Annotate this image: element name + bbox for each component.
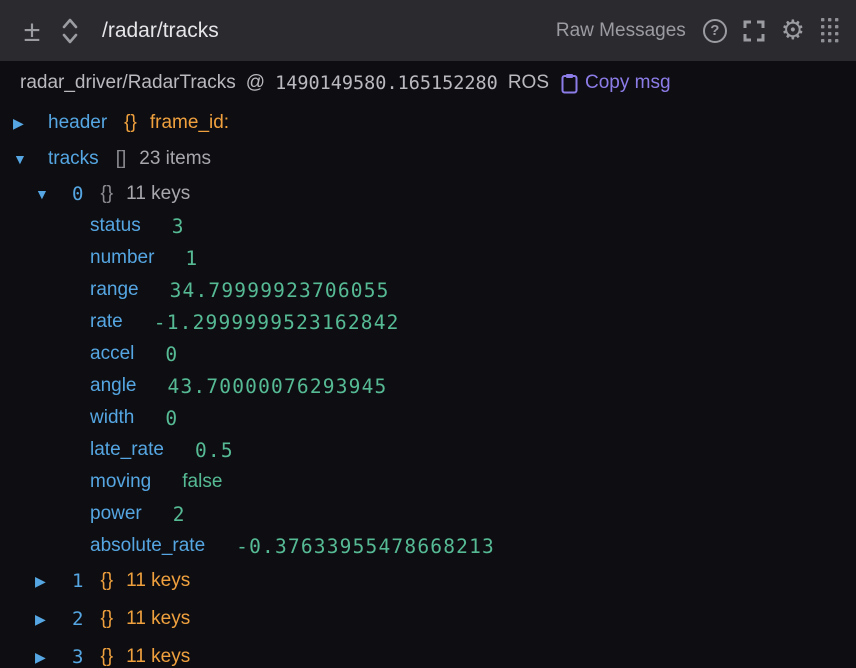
field-key: absolute_rate <box>90 535 205 557</box>
field-value: false <box>182 471 222 493</box>
field-key: rate <box>90 311 123 333</box>
node-label[interactable]: tracks <box>48 148 99 170</box>
field-key: status <box>90 215 141 237</box>
message-meta-row: radar_driver/RadarTracks @ 1490149580.16… <box>0 61 856 105</box>
help-icon[interactable]: ? <box>703 19 727 43</box>
field-value: -1.2999999523162842 <box>154 311 400 334</box>
fullscreen-icon[interactable] <box>742 19 766 43</box>
array-brackets: [] <box>116 148 127 170</box>
object-braces: {} <box>124 112 137 134</box>
field-row-rate: rate -1.2999999523162842 <box>0 306 856 338</box>
field-value: 0 <box>165 343 178 366</box>
field-row-range: range 34.79999923706055 <box>0 274 856 306</box>
object-braces: {} <box>100 183 113 205</box>
tree-node-track-1: ▶ 1 {} 11 keys <box>0 562 856 600</box>
settings-gear-icon[interactable]: ⚙ <box>781 17 805 44</box>
field-key: width <box>90 407 134 429</box>
field-key: moving <box>90 471 151 493</box>
field-row-absolute-rate: absolute_rate -0.37633955478668213 <box>0 530 856 562</box>
node-label[interactable]: 3 <box>72 646 83 668</box>
field-key: number <box>90 247 154 269</box>
sort-chevrons-icon[interactable] <box>54 11 86 51</box>
field-value: 0.5 <box>195 439 234 462</box>
object-braces: {} <box>100 646 113 668</box>
item-count: 23 items <box>139 148 211 170</box>
expand-arrow-icon[interactable]: ▶ <box>35 611 72 628</box>
key-count: 11 keys <box>126 183 190 205</box>
field-row-status: status 3 <box>0 210 856 242</box>
field-value: 0 <box>165 407 178 430</box>
field-value: 2 <box>173 503 186 526</box>
raw-message-tree: ▶ header {} frame_id: ▼ tracks [] 23 ite… <box>0 105 856 668</box>
field-key: late_rate <box>90 439 164 461</box>
field-key: power <box>90 503 142 525</box>
key-count: 11 keys <box>126 608 190 630</box>
field-value: 43.70000076293945 <box>168 375 388 398</box>
field-row-width: width 0 <box>0 402 856 434</box>
tree-node-track-0: ▼ 0 {} 11 keys <box>0 177 856 210</box>
collapse-arrow-icon[interactable]: ▼ <box>35 186 72 202</box>
drag-handle-grid-icon[interactable] <box>820 17 840 45</box>
node-label[interactable]: 0 <box>72 183 83 205</box>
expand-arrow-icon[interactable]: ▶ <box>35 573 72 590</box>
node-label[interactable]: 2 <box>72 608 83 630</box>
field-row-accel: accel 0 <box>0 338 856 370</box>
tree-node-header: ▶ header {} frame_id: <box>0 105 856 141</box>
copy-message-label: Copy msg <box>585 72 671 94</box>
tree-node-track-3: ▶ 3 {} 11 keys <box>0 638 856 668</box>
node-label[interactable]: header <box>48 112 107 134</box>
tree-node-tracks: ▼ tracks [] 23 items <box>0 141 856 177</box>
field-row-number: number 1 <box>0 242 856 274</box>
field-row-late-rate: late_rate 0.5 <box>0 434 856 466</box>
protocol-label: ROS <box>508 72 549 94</box>
panel-type-label: Raw Messages <box>556 20 686 42</box>
object-braces: {} <box>100 608 113 630</box>
field-row-power: power 2 <box>0 498 856 530</box>
topic-path-input[interactable]: /radar/tracks <box>102 19 219 43</box>
expand-collapse-all-icon[interactable]: ± <box>14 11 50 51</box>
key-count: 11 keys <box>126 646 190 668</box>
at-symbol: @ <box>246 72 265 94</box>
object-braces: {} <box>100 570 113 592</box>
tree-node-track-2: ▶ 2 {} 11 keys <box>0 600 856 638</box>
copy-message-button[interactable]: Copy msg <box>561 72 671 94</box>
field-value: 3 <box>172 215 185 238</box>
node-label[interactable]: 1 <box>72 570 83 592</box>
object-preview: frame_id: <box>150 112 229 134</box>
clipboard-icon <box>561 73 578 94</box>
field-row-moving: moving false <box>0 466 856 498</box>
expand-arrow-icon[interactable]: ▶ <box>13 115 48 132</box>
panel-toolbar: ± /radar/tracks Raw Messages ? ⚙ <box>0 0 856 61</box>
collapse-arrow-icon[interactable]: ▼ <box>13 151 48 167</box>
schema-name: radar_driver/RadarTracks <box>20 72 236 94</box>
field-key: range <box>90 279 139 301</box>
field-value: 34.79999923706055 <box>170 279 390 302</box>
key-count: 11 keys <box>126 570 190 592</box>
expand-arrow-icon[interactable]: ▶ <box>35 649 72 666</box>
field-value: 1 <box>185 247 198 270</box>
field-row-angle: angle 43.70000076293945 <box>0 370 856 402</box>
message-timestamp: 1490149580.165152280 <box>275 73 498 94</box>
field-value: -0.37633955478668213 <box>236 535 495 558</box>
field-key: accel <box>90 343 134 365</box>
field-key: angle <box>90 375 137 397</box>
